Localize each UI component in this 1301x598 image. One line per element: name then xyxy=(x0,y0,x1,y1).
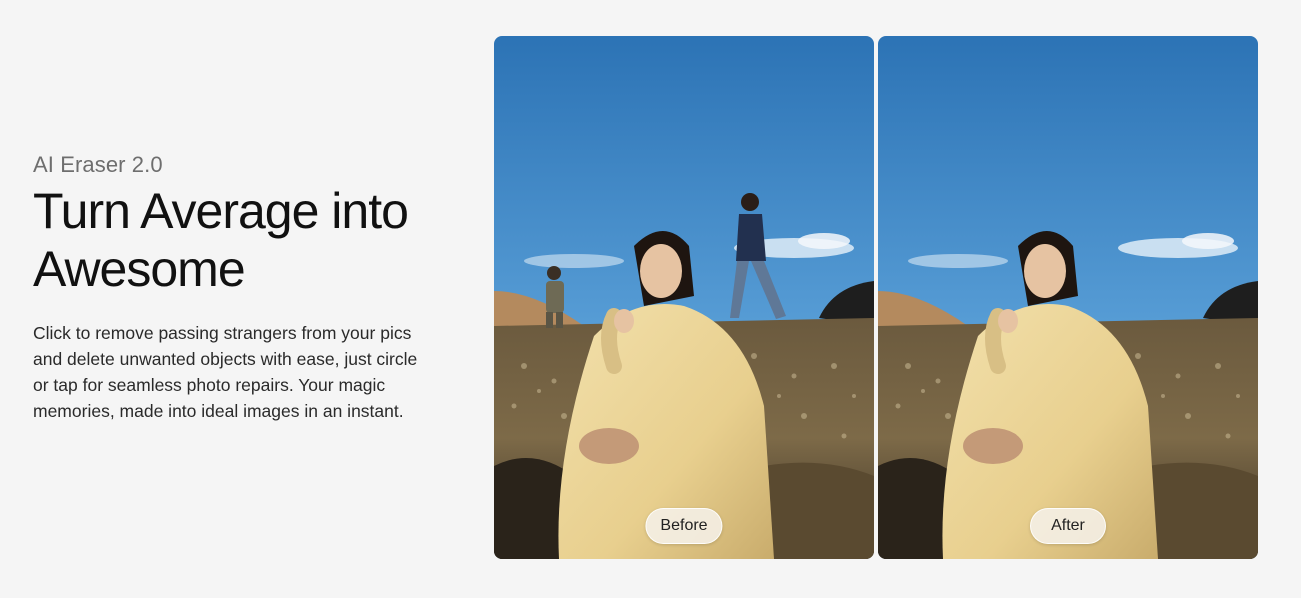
feature-headline: Turn Average into Awesome xyxy=(33,183,409,297)
before-image-panel: Before xyxy=(494,36,874,559)
before-photo xyxy=(494,36,874,559)
feature-text: AI Eraser 2.0 Turn Average into Awesome … xyxy=(33,150,453,424)
after-label-button[interactable]: After xyxy=(1030,508,1106,544)
ai-eraser-section: AI Eraser 2.0 Turn Average into Awesome … xyxy=(0,0,1301,598)
after-photo xyxy=(878,36,1258,559)
feature-eyebrow: AI Eraser 2.0 xyxy=(33,152,163,177)
after-image-panel: After xyxy=(878,36,1258,559)
before-label-button[interactable]: Before xyxy=(645,508,723,544)
feature-description: Click to remove passing strangers from y… xyxy=(33,323,418,421)
